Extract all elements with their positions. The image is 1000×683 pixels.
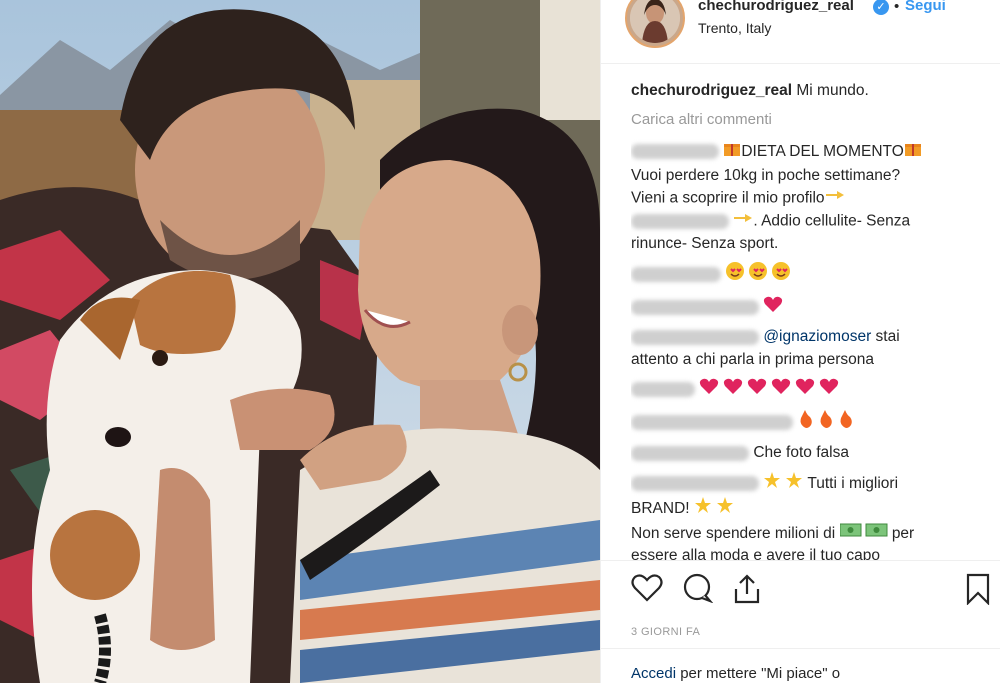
blurred-username[interactable] bbox=[631, 445, 749, 461]
comment-text: per bbox=[891, 524, 915, 542]
comment-text: DIETA DEL MOMENTO bbox=[741, 142, 904, 160]
list-item bbox=[631, 295, 976, 321]
blurred-username[interactable] bbox=[631, 299, 759, 315]
avatar[interactable] bbox=[625, 0, 685, 48]
comment-text: Non serve spendere milioni di bbox=[631, 524, 836, 542]
blurred-mention[interactable] bbox=[631, 213, 729, 229]
money-icon bbox=[839, 522, 888, 546]
gift-icon bbox=[723, 139, 741, 165]
post-timestamp[interactable]: 3 GIORNI FA bbox=[631, 626, 700, 638]
comment-text: stai bbox=[875, 328, 900, 346]
blurred-username[interactable] bbox=[631, 414, 793, 430]
red-heart-icon bbox=[763, 295, 783, 321]
list-item: Che foto falsa bbox=[631, 442, 976, 465]
comment-text: Vieni a scoprire il mio profilo bbox=[631, 189, 825, 207]
comment-icon[interactable] bbox=[681, 573, 714, 608]
heart-icon[interactable] bbox=[631, 573, 663, 608]
list-item bbox=[631, 377, 976, 403]
login-prompt: Accedi per mettere "Mi piace" o bbox=[601, 648, 1000, 683]
separator-dot: • bbox=[894, 0, 900, 15]
comment-text: Vuoi perdere 10kg in poche settimane? bbox=[631, 166, 901, 184]
comment-text: rinunce- Senza sport. bbox=[631, 234, 779, 252]
login-link[interactable]: Accedi bbox=[631, 665, 676, 682]
blurred-username[interactable] bbox=[631, 267, 721, 283]
gift-icon bbox=[904, 139, 922, 165]
comment-text: Tutti i migliori bbox=[807, 474, 899, 492]
mention-link[interactable]: @ignaziomoser bbox=[763, 328, 871, 345]
list-item bbox=[631, 409, 976, 437]
follow-button[interactable]: Segui bbox=[905, 0, 946, 14]
login-prompt-text: per mettere "Mi piace" o bbox=[680, 665, 841, 682]
list-item: @ignaziomoser stai attento a chi parla i… bbox=[631, 326, 976, 371]
blurred-username[interactable] bbox=[631, 144, 719, 160]
blurred-username[interactable] bbox=[631, 475, 759, 491]
list-item: Tutti i migliori BRAND! Non serve spende… bbox=[631, 471, 976, 560]
star-icon bbox=[763, 471, 807, 497]
comments-list: chechurodriguez_real Mi mundo. Carica al… bbox=[631, 80, 976, 560]
fire-icon bbox=[797, 409, 857, 437]
comment-text: attento a chi parla in prima persona bbox=[631, 350, 874, 368]
list-item: DIETA DEL MOMENTO Vuoi perdere 10kg in p… bbox=[631, 139, 976, 255]
load-more-comments-button[interactable]: Carica altri commenti bbox=[631, 109, 976, 132]
bookmark-icon[interactable] bbox=[965, 573, 991, 610]
caption: chechurodriguez_real Mi mundo. bbox=[631, 80, 976, 103]
comment-text: . Addio cellulite- Senza bbox=[753, 212, 911, 230]
comment-text: BRAND! bbox=[631, 500, 690, 518]
post-actions bbox=[601, 560, 1000, 620]
share-icon[interactable] bbox=[731, 573, 763, 610]
comment-text: Che foto falsa bbox=[753, 444, 849, 462]
verified-badge-icon: ✓ bbox=[873, 0, 889, 15]
blurred-username[interactable] bbox=[631, 382, 695, 398]
heart-eyes-emoji-icon bbox=[725, 261, 791, 289]
caption-text: Mi mundo. bbox=[796, 82, 869, 99]
avatar-image bbox=[630, 0, 680, 43]
post-location[interactable]: Trento, Italy bbox=[698, 20, 771, 36]
post-photo[interactable] bbox=[0, 0, 600, 683]
pointing-hand-icon bbox=[733, 210, 753, 233]
post-side-panel: chechurodriguez_real ✓ • Segui Trento, I… bbox=[600, 0, 1000, 683]
red-hearts-icon bbox=[699, 377, 839, 403]
blurred-username[interactable] bbox=[631, 329, 759, 345]
post-header: chechurodriguez_real ✓ • Segui Trento, I… bbox=[601, 0, 1000, 64]
comment-text: essere alla moda e avere il tuo capo bbox=[631, 547, 881, 560]
list-item bbox=[631, 261, 976, 289]
star-icon bbox=[694, 496, 738, 522]
caption-username[interactable]: chechurodriguez_real bbox=[631, 82, 792, 99]
photo-illustration bbox=[0, 0, 600, 683]
pointing-hand-icon bbox=[825, 187, 845, 210]
post-username[interactable]: chechurodriguez_real bbox=[698, 0, 854, 14]
